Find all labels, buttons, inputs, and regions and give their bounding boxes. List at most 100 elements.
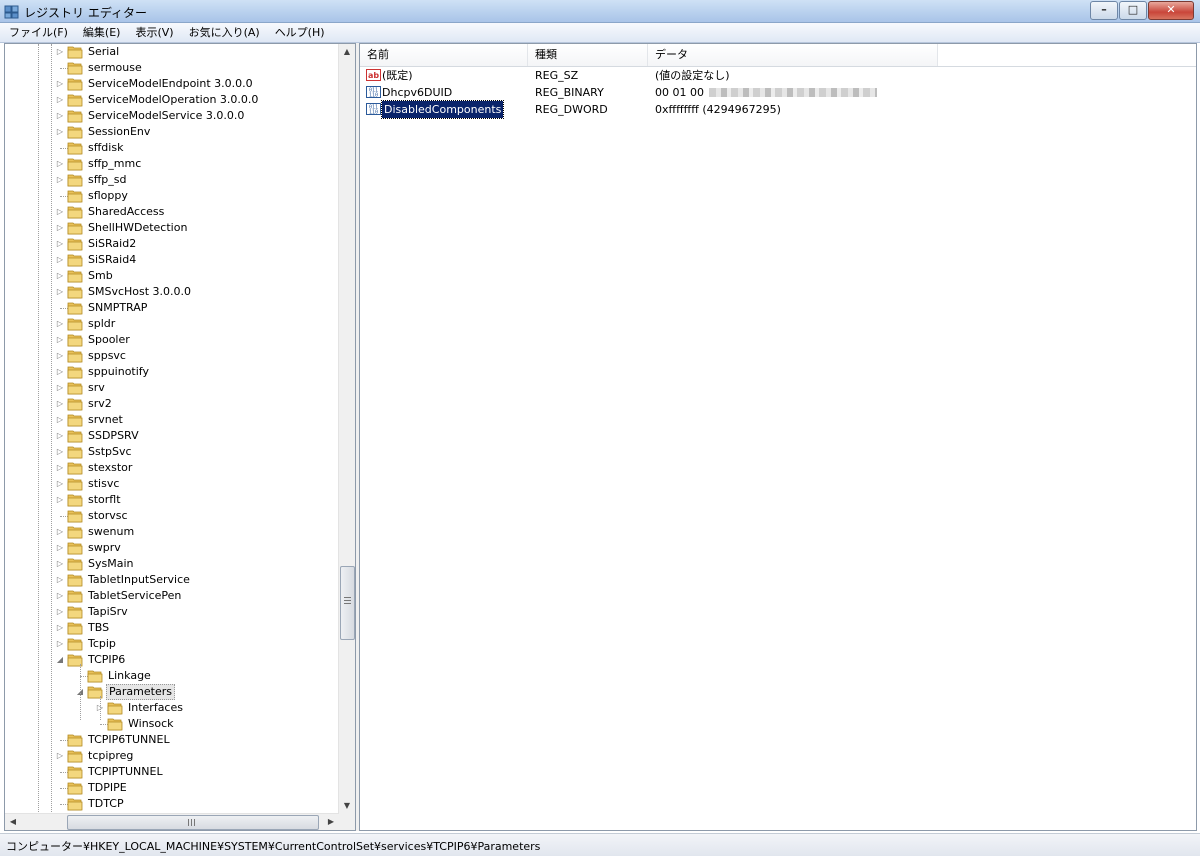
- menu-edit[interactable]: 編集(E): [74, 24, 127, 42]
- expand-arrow-icon[interactable]: ▷: [55, 316, 65, 332]
- tree-item[interactable]: ▷ SysMain: [5, 556, 339, 572]
- tree-item[interactable]: TDPIPE: [5, 780, 339, 796]
- close-button[interactable]: ✕: [1148, 1, 1194, 20]
- expand-arrow-icon[interactable]: ▷: [55, 620, 65, 636]
- tree-item[interactable]: ▷ TabletInputService: [5, 572, 339, 588]
- tree-item[interactable]: ▷ sffp_sd: [5, 172, 339, 188]
- expand-arrow-icon[interactable]: ▷: [55, 540, 65, 556]
- expand-arrow-icon[interactable]: ▷: [55, 396, 65, 412]
- key-tree-pane[interactable]: ▷ Serial sermouse ▷ ServiceModelEndpoint 3.0…: [4, 43, 356, 831]
- tree-vertical-scrollbar[interactable]: ▲ ▼: [338, 44, 355, 814]
- expand-arrow-icon[interactable]: ▷: [55, 444, 65, 460]
- tree-item[interactable]: ▷ sffp_mmc: [5, 156, 339, 172]
- tree-item[interactable]: ▷ TabletServicePen: [5, 588, 339, 604]
- scroll-left-icon[interactable]: ◀: [5, 814, 21, 830]
- tree-item[interactable]: ▷ SMSvcHost 3.0.0.0: [5, 284, 339, 300]
- expand-arrow-icon[interactable]: ▷: [55, 252, 65, 268]
- tree-item[interactable]: ▷ Serial: [5, 44, 339, 60]
- expand-arrow-icon[interactable]: ▷: [55, 524, 65, 540]
- tree-item[interactable]: ▷ SiSRaid4: [5, 252, 339, 268]
- tree-item[interactable]: TDTCP: [5, 796, 339, 812]
- expand-arrow-icon[interactable]: ▷: [55, 220, 65, 236]
- tree-item[interactable]: ▷ stexstor: [5, 460, 339, 476]
- expand-arrow-icon[interactable]: ▷: [55, 236, 65, 252]
- tree-item[interactable]: TCPIPTUNNEL: [5, 764, 339, 780]
- menu-view[interactable]: 表示(V): [126, 24, 179, 42]
- tree-item[interactable]: ▷ Spooler: [5, 332, 339, 348]
- tree-item[interactable]: Winsock: [5, 716, 339, 732]
- menu-favorites[interactable]: お気に入り(A): [180, 24, 266, 42]
- tree-item[interactable]: ▷ Tcpip: [5, 636, 339, 652]
- tree-item[interactable]: ▷ ShellHWDetection: [5, 220, 339, 236]
- tree-item[interactable]: ▷ srv: [5, 380, 339, 396]
- tree-item[interactable]: ▷ ServiceModelService 3.0.0.0: [5, 108, 339, 124]
- values-list-pane[interactable]: 名前 種類 データ ab (既定) REG_SZ (値の設定なし) 011 110 Dhcp…: [359, 43, 1197, 831]
- expand-arrow-icon[interactable]: ▷: [55, 284, 65, 300]
- tree-item[interactable]: TCPIP6TUNNEL: [5, 732, 339, 748]
- expand-arrow-icon[interactable]: ▷: [55, 380, 65, 396]
- tree-horizontal-scrollbar[interactable]: ◀ ▶: [5, 813, 339, 830]
- tree-item[interactable]: ▷ stisvc: [5, 476, 339, 492]
- tree-item[interactable]: sffdisk: [5, 140, 339, 156]
- tree-hscroll-thumb[interactable]: [67, 815, 319, 830]
- expand-arrow-icon[interactable]: ▷: [55, 124, 65, 140]
- expand-arrow-icon[interactable]: ▷: [55, 428, 65, 444]
- expand-arrow-icon[interactable]: ▷: [55, 44, 65, 60]
- tree-item[interactable]: ◢ TCPIP6: [5, 652, 339, 668]
- tree-item[interactable]: ▷ swprv: [5, 540, 339, 556]
- expand-arrow-icon[interactable]: ▷: [55, 172, 65, 188]
- value-row[interactable]: 011 110 Dhcpv6DUID REG_BINARY 00 01 00: [360, 84, 1196, 101]
- minimize-button[interactable]: –: [1090, 1, 1118, 20]
- column-header-name[interactable]: 名前: [360, 44, 528, 66]
- column-header-type[interactable]: 種類: [528, 44, 648, 66]
- collapse-arrow-icon[interactable]: ◢: [55, 652, 65, 668]
- expand-arrow-icon[interactable]: ▷: [55, 460, 65, 476]
- tree-item[interactable]: ▷ srv2: [5, 396, 339, 412]
- scroll-down-icon[interactable]: ▼: [339, 798, 355, 814]
- expand-arrow-icon[interactable]: ▷: [55, 332, 65, 348]
- tree-item[interactable]: sermouse: [5, 60, 339, 76]
- scroll-up-icon[interactable]: ▲: [339, 44, 355, 60]
- expand-arrow-icon[interactable]: ▷: [55, 492, 65, 508]
- expand-arrow-icon[interactable]: ▷: [55, 92, 65, 108]
- column-header-data[interactable]: データ: [648, 44, 938, 66]
- expand-arrow-icon[interactable]: ▷: [55, 572, 65, 588]
- tree-item[interactable]: ▷ SiSRaid2: [5, 236, 339, 252]
- tree-item[interactable]: ▷ Interfaces: [5, 700, 339, 716]
- expand-arrow-icon[interactable]: ▷: [55, 636, 65, 652]
- maximize-button[interactable]: □: [1119, 1, 1147, 20]
- expand-arrow-icon[interactable]: ▷: [55, 204, 65, 220]
- expand-arrow-icon[interactable]: ▷: [55, 476, 65, 492]
- tree-item[interactable]: ▷ TapiSrv: [5, 604, 339, 620]
- tree-item[interactable]: ▷ spldr: [5, 316, 339, 332]
- tree-item[interactable]: storvsc: [5, 508, 339, 524]
- tree-item[interactable]: ▷ sppsvc: [5, 348, 339, 364]
- tree-item[interactable]: ▷ SessionEnv: [5, 124, 339, 140]
- expand-arrow-icon[interactable]: ▷: [55, 108, 65, 124]
- expand-arrow-icon[interactable]: ▷: [55, 556, 65, 572]
- tree-item[interactable]: ▷ ServiceModelEndpoint 3.0.0.0: [5, 76, 339, 92]
- tree-item[interactable]: Linkage: [5, 668, 339, 684]
- tree-item[interactable]: ▷ SharedAccess: [5, 204, 339, 220]
- tree-item[interactable]: ▷ ServiceModelOperation 3.0.0.0: [5, 92, 339, 108]
- value-row[interactable]: 011 110 DisabledComponents REG_DWORD 0xfffff…: [360, 100, 1196, 119]
- expand-arrow-icon[interactable]: ▷: [55, 412, 65, 428]
- expand-arrow-icon[interactable]: ▷: [55, 748, 65, 764]
- scroll-right-icon[interactable]: ▶: [323, 814, 339, 830]
- expand-arrow-icon[interactable]: ▷: [55, 268, 65, 284]
- tree-item[interactable]: ▷ SstpSvc: [5, 444, 339, 460]
- menu-help[interactable]: ヘルプ(H): [266, 24, 331, 42]
- tree-item[interactable]: ▷ tcpipreg: [5, 748, 339, 764]
- tree-item[interactable]: ◢ Parameters: [5, 684, 339, 700]
- tree-item[interactable]: ▷ Smb: [5, 268, 339, 284]
- expand-arrow-icon[interactable]: ▷: [55, 348, 65, 364]
- tree-item[interactable]: ▷ TBS: [5, 620, 339, 636]
- expand-arrow-icon[interactable]: ▷: [55, 156, 65, 172]
- expand-arrow-icon[interactable]: ▷: [55, 364, 65, 380]
- tree-item[interactable]: ▷ srvnet: [5, 412, 339, 428]
- tree-item[interactable]: SNMPTRAP: [5, 300, 339, 316]
- expand-arrow-icon[interactable]: ▷: [55, 604, 65, 620]
- tree-vscroll-thumb[interactable]: [340, 566, 355, 640]
- tree-item[interactable]: ▷ SSDPSRV: [5, 428, 339, 444]
- tree-item[interactable]: ▷ sppuinotify: [5, 364, 339, 380]
